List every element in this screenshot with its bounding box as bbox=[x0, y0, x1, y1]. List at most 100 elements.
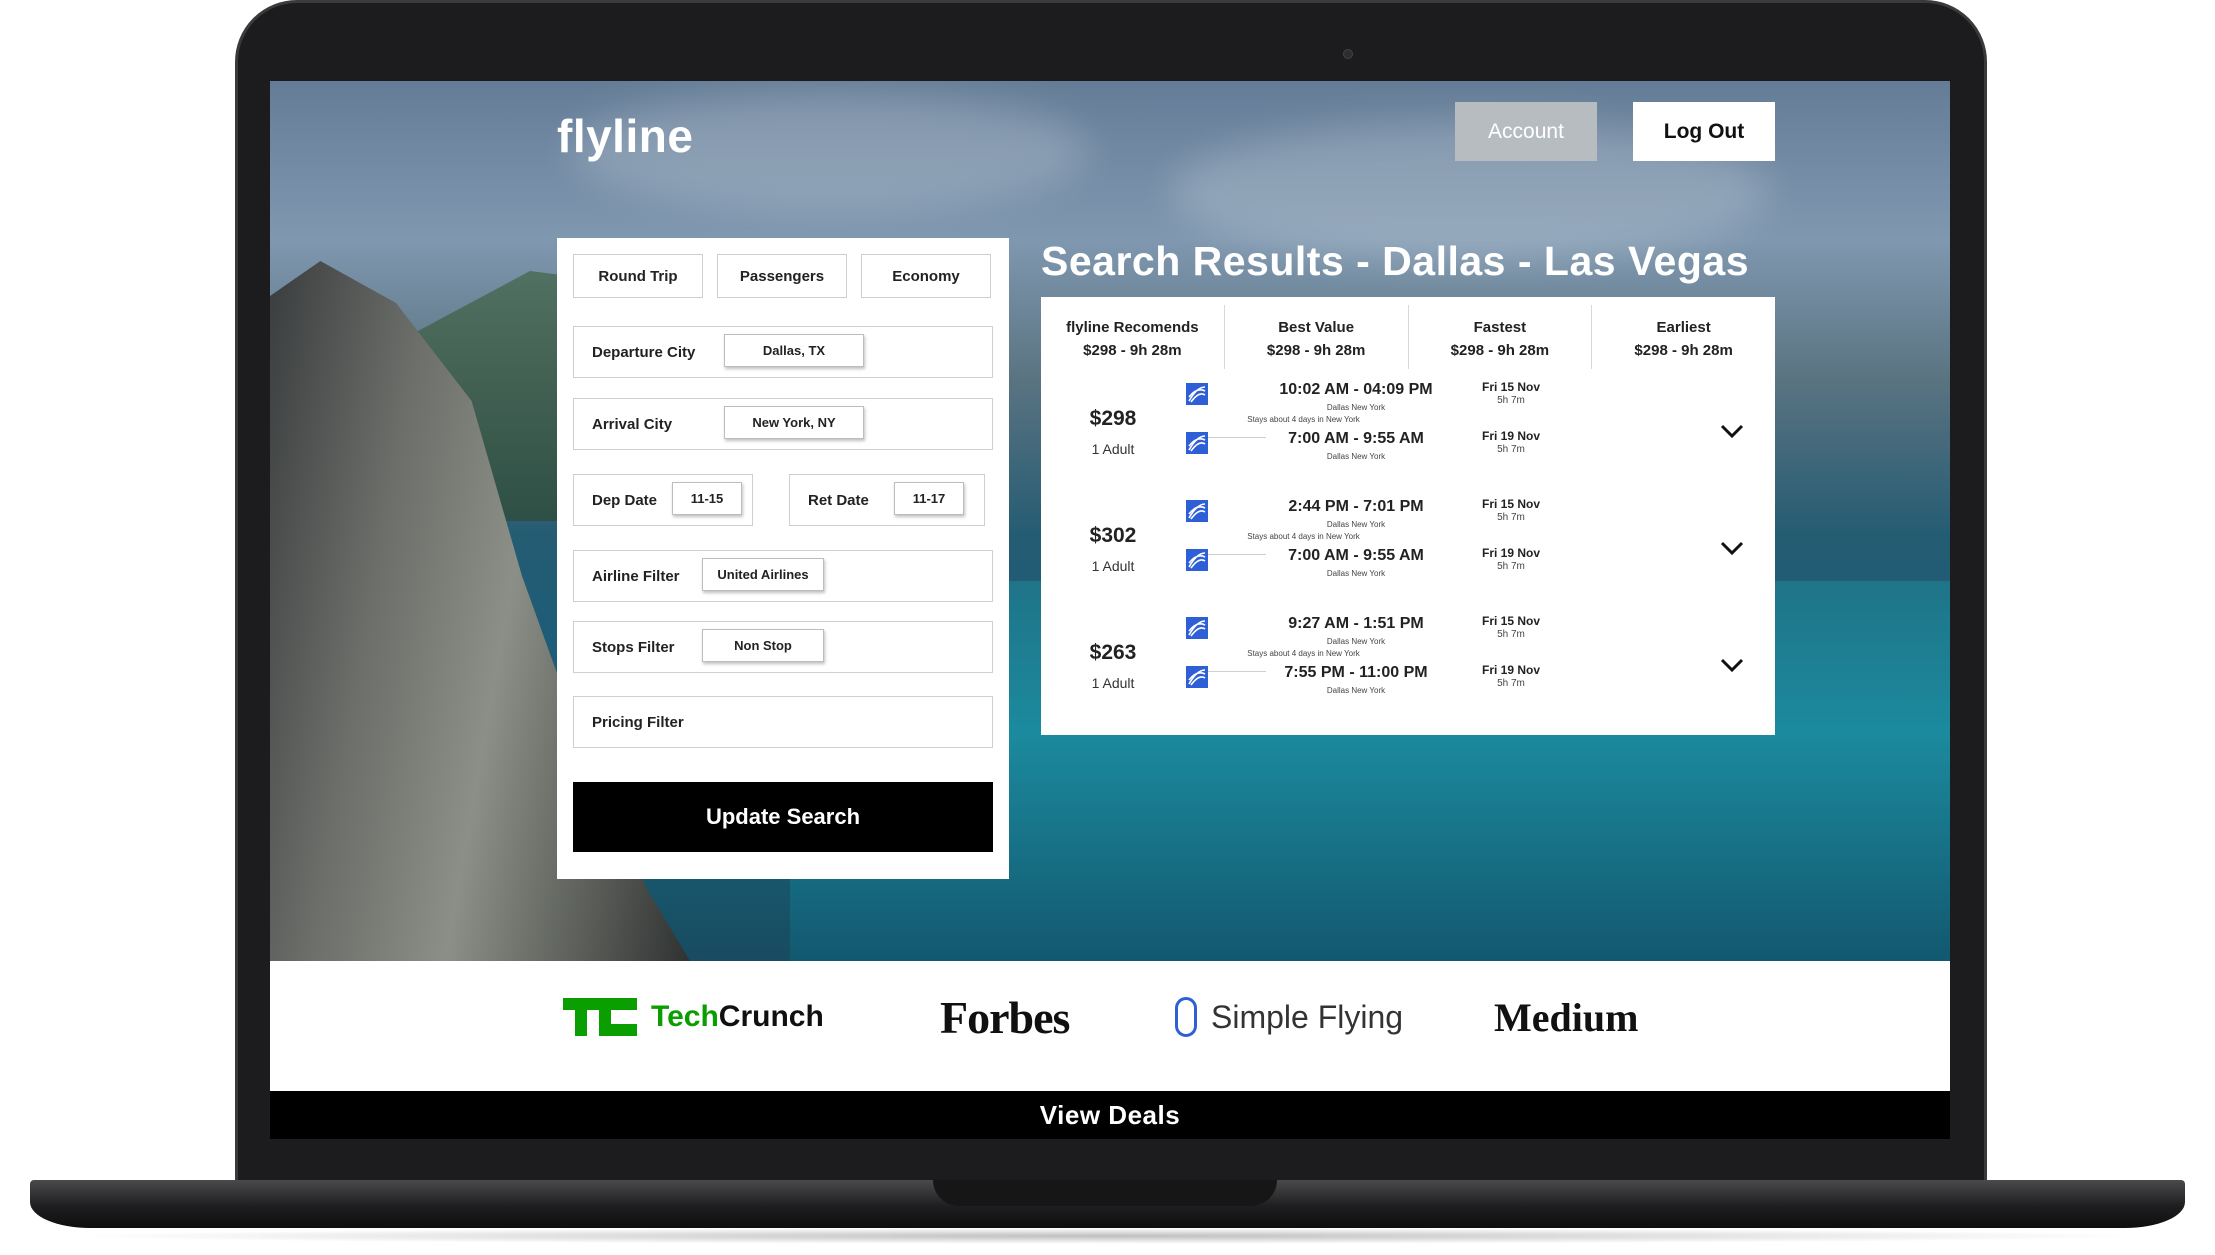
flight-result-card[interactable]: $263 1 Adult 9:27 AM - 1:51 PM Dallas Ne… bbox=[1041, 603, 1775, 735]
outbound-cities: Dallas New York bbox=[1326, 637, 1386, 646]
united-airlines-icon bbox=[1186, 549, 1208, 571]
flight-passengers: 1 Adult bbox=[1091, 675, 1135, 691]
sort-option-name: Earliest bbox=[1656, 319, 1711, 336]
return-day: Fri 19 Nov bbox=[1481, 429, 1541, 443]
screen: flyline Account Log Out Round Trip Passe… bbox=[270, 81, 1950, 1139]
flight-price: $298 bbox=[1089, 407, 1137, 430]
departure-city-field: Departure City Dallas, TX bbox=[573, 326, 993, 378]
outbound-duration: 5h 7m bbox=[1497, 629, 1525, 640]
airline-filter-label: Airline Filter bbox=[592, 567, 680, 585]
outbound-times: 10:02 AM - 04:09 PM bbox=[1279, 381, 1433, 398]
sort-option-name: Best Value bbox=[1278, 319, 1355, 336]
flight-result-card[interactable]: $298 1 Adult 10:02 AM - 04:09 PM Dallas … bbox=[1041, 369, 1775, 501]
site-logo[interactable]: flyline bbox=[557, 109, 693, 163]
arrival-city-label: Arrival City bbox=[592, 415, 673, 433]
pricing-filter-field[interactable]: Pricing Filter bbox=[573, 696, 993, 748]
ret-date-field: Ret Date 11-17 bbox=[789, 474, 985, 526]
techcrunch-wordmark: TechCrunch bbox=[651, 1000, 824, 1033]
tab-round-trip[interactable]: Round Trip bbox=[573, 254, 703, 298]
airline-filter-field: Airline Filter United Airlines bbox=[573, 550, 993, 602]
techcrunch-mark-icon bbox=[563, 998, 637, 1036]
outbound-day: Fri 15 Nov bbox=[1481, 380, 1541, 394]
simple-flying-wordmark: Simple Flying bbox=[1211, 998, 1404, 1035]
sort-option-value: $298 - 9h 28m bbox=[1450, 342, 1550, 359]
outbound-day: Fri 15 Nov bbox=[1481, 497, 1541, 511]
united-airlines-icon bbox=[1186, 383, 1208, 405]
tab-passengers[interactable]: Passengers bbox=[717, 254, 847, 298]
outbound-cities: Dallas New York bbox=[1326, 520, 1386, 529]
flight-passengers: 1 Adult bbox=[1091, 558, 1135, 574]
sort-option-value: $298 - 9h 28m bbox=[1083, 342, 1182, 359]
update-search-button[interactable]: Update Search bbox=[573, 782, 993, 852]
dep-date-input[interactable]: 11-15 bbox=[672, 482, 742, 515]
chevron-down-icon[interactable] bbox=[1719, 421, 1745, 441]
stops-filter-label: Stops Filter bbox=[592, 638, 675, 656]
return-times: 7:00 AM - 9:55 AM bbox=[1288, 430, 1424, 447]
laptop-notch bbox=[933, 1180, 1277, 1206]
outbound-cities: Dallas New York bbox=[1326, 403, 1386, 412]
forbes-logo[interactable]: Forbes bbox=[940, 991, 1070, 1044]
stops-filter-input[interactable]: Non Stop bbox=[702, 629, 824, 662]
flight-price: $302 bbox=[1089, 524, 1137, 547]
search-panel: Round Trip Passengers Economy Departure … bbox=[557, 238, 1009, 879]
united-airlines-icon bbox=[1186, 666, 1208, 688]
stay-duration-note: Stays about 4 days in New York bbox=[1247, 649, 1360, 658]
return-times: 7:55 PM - 11:00 PM bbox=[1284, 664, 1428, 681]
stay-duration-note: Stays about 4 days in New York bbox=[1247, 415, 1360, 424]
outbound-times: 9:27 AM - 1:51 PM bbox=[1288, 615, 1424, 632]
sort-option-fastest[interactable]: Fastest $298 - 9h 28m bbox=[1409, 305, 1593, 373]
laptop-shadow bbox=[60, 1228, 2155, 1244]
flight-passengers: 1 Adult bbox=[1091, 441, 1135, 457]
dep-date-field: Dep Date 11-15 bbox=[573, 474, 753, 526]
sort-option-recommended[interactable]: flyline Recomends $298 - 9h 28m bbox=[1041, 305, 1225, 373]
ret-date-input[interactable]: 11-17 bbox=[894, 482, 964, 515]
flight-result-card[interactable]: $302 1 Adult 2:44 PM - 7:01 PM Dallas Ne… bbox=[1041, 486, 1775, 618]
return-times: 7:00 AM - 9:55 AM bbox=[1288, 547, 1424, 564]
pricing-filter-label: Pricing Filter bbox=[592, 713, 684, 731]
flight-price: $263 bbox=[1089, 641, 1137, 664]
stops-filter-field: Stops Filter Non Stop bbox=[573, 621, 993, 673]
return-cities: Dallas New York bbox=[1326, 452, 1386, 461]
sort-option-name: flyline Recomends bbox=[1066, 319, 1199, 336]
arrival-city-field: Arrival City New York, NY bbox=[573, 398, 993, 450]
sort-option-best-value[interactable]: Best Value $298 - 9h 28m bbox=[1225, 305, 1409, 373]
logout-button[interactable]: Log Out bbox=[1633, 102, 1775, 161]
return-cities: Dallas New York bbox=[1326, 569, 1386, 578]
stay-duration-note: Stays about 4 days in New York bbox=[1247, 532, 1360, 541]
united-airlines-icon bbox=[1186, 432, 1208, 454]
outbound-duration: 5h 7m bbox=[1497, 512, 1525, 523]
united-airlines-icon bbox=[1186, 617, 1208, 639]
arrival-city-input[interactable]: New York, NY bbox=[724, 406, 864, 439]
departure-city-input[interactable]: Dallas, TX bbox=[724, 334, 864, 367]
outbound-times: 2:44 PM - 7:01 PM bbox=[1288, 498, 1424, 515]
sort-option-value: $298 - 9h 28m bbox=[1266, 342, 1366, 359]
return-day: Fri 19 Nov bbox=[1481, 663, 1541, 677]
tab-economy[interactable]: Economy bbox=[861, 254, 991, 298]
simple-flying-icon bbox=[1175, 997, 1197, 1037]
medium-logo[interactable]: Medium bbox=[1494, 994, 1638, 1041]
return-duration: 5h 7m bbox=[1497, 678, 1525, 689]
press-strip: TechCrunch Forbes Simple Flying Medium bbox=[270, 961, 1950, 1091]
chevron-down-icon[interactable] bbox=[1719, 655, 1745, 675]
chevron-down-icon[interactable] bbox=[1719, 538, 1745, 558]
outbound-duration: 5h 7m bbox=[1497, 395, 1525, 406]
simple-flying-logo[interactable]: Simple Flying bbox=[1175, 997, 1403, 1037]
view-deals-button[interactable]: View Deals bbox=[270, 1091, 1950, 1139]
outbound-day: Fri 15 Nov bbox=[1481, 614, 1541, 628]
ret-date-label: Ret Date bbox=[808, 491, 869, 509]
return-cities: Dallas New York bbox=[1326, 686, 1386, 695]
united-airlines-icon bbox=[1186, 500, 1208, 522]
results-title: Search Results - Dallas - Las Vegas bbox=[1041, 238, 1749, 284]
dep-date-label: Dep Date bbox=[592, 491, 658, 509]
camera-icon bbox=[1343, 49, 1353, 59]
account-button[interactable]: Account bbox=[1455, 102, 1597, 161]
techcrunch-logo[interactable]: TechCrunch bbox=[563, 998, 824, 1036]
return-day: Fri 19 Nov bbox=[1481, 546, 1541, 560]
sort-option-name: Fastest bbox=[1473, 319, 1527, 336]
sort-option-value: $298 - 9h 28m bbox=[1634, 342, 1733, 359]
return-duration: 5h 7m bbox=[1497, 561, 1525, 572]
return-duration: 5h 7m bbox=[1497, 444, 1525, 455]
airline-filter-input[interactable]: United Airlines bbox=[702, 558, 824, 591]
sort-option-earliest[interactable]: Earliest $298 - 9h 28m bbox=[1592, 305, 1775, 373]
departure-city-label: Departure City bbox=[592, 343, 696, 361]
